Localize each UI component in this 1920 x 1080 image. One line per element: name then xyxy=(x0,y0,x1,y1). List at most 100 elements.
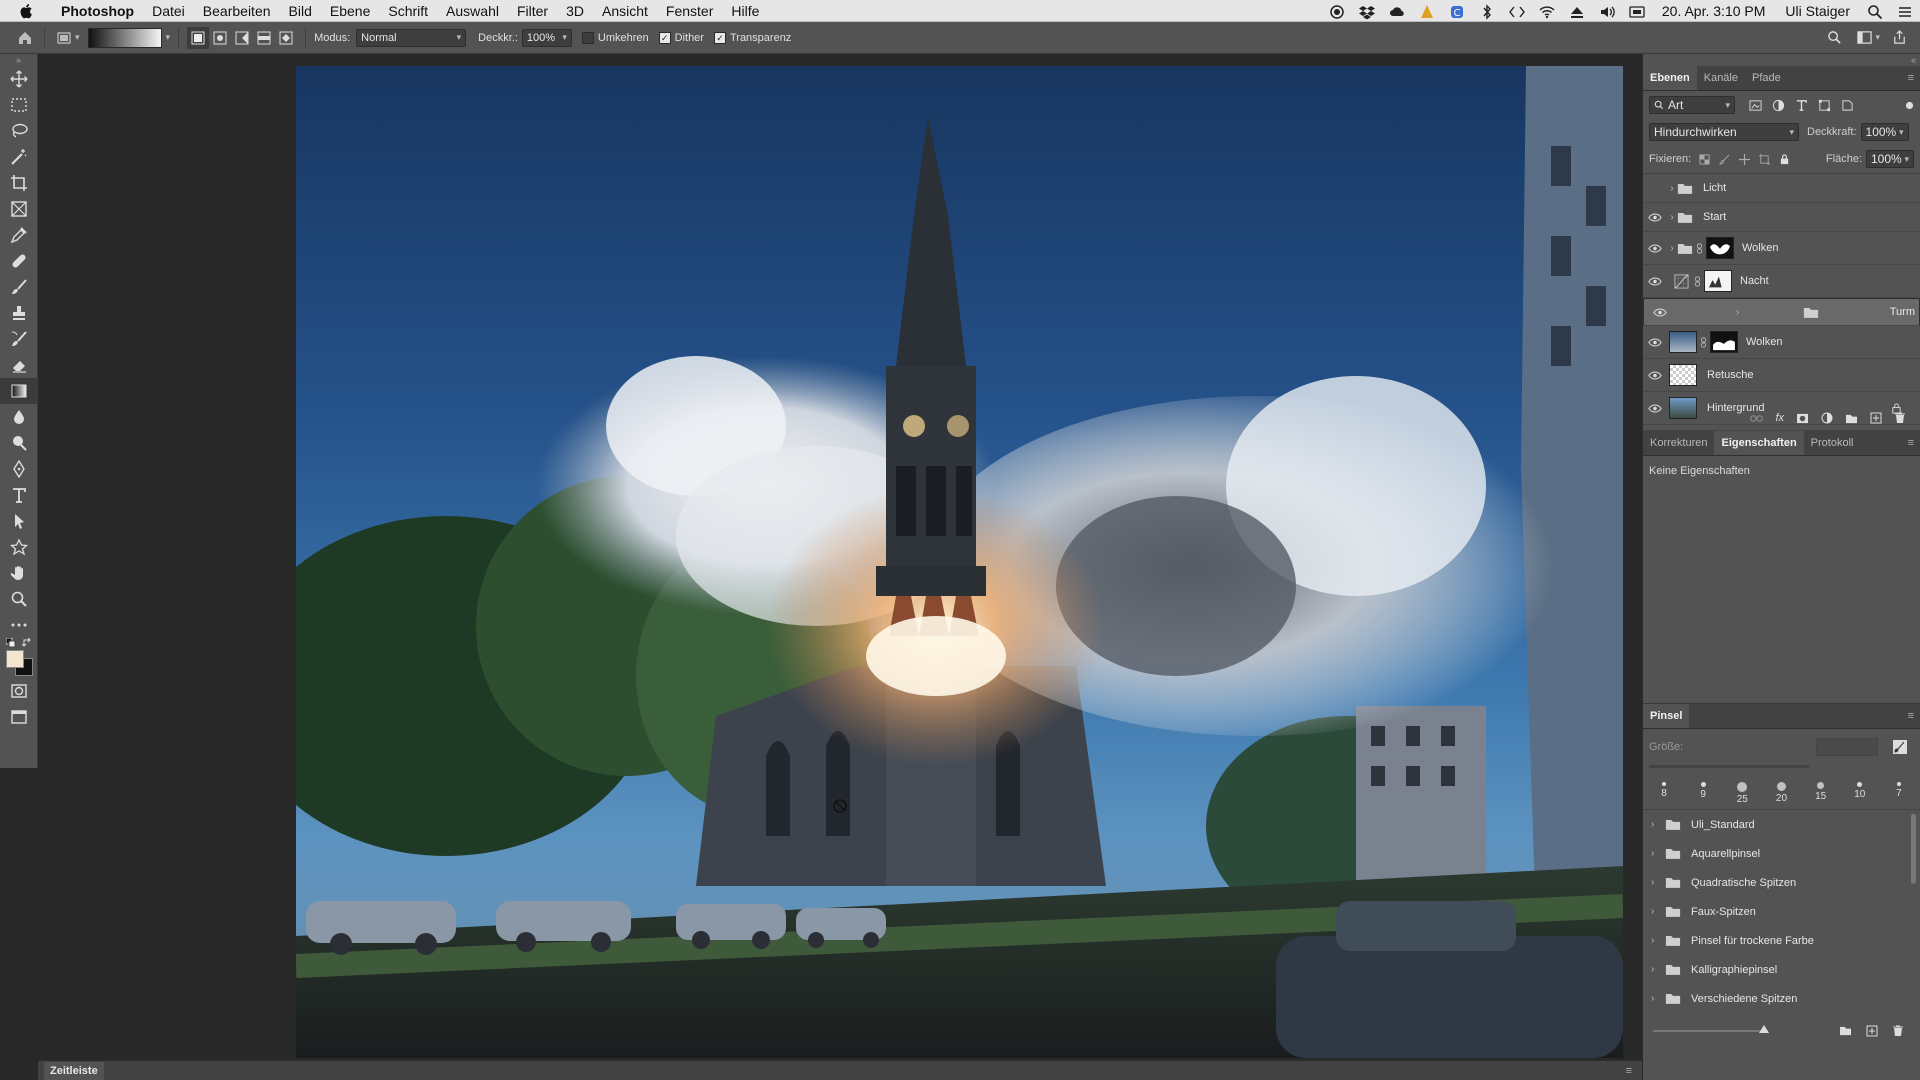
chevron-right-icon[interactable]: › xyxy=(1733,307,1743,318)
chevron-right-icon[interactable]: › xyxy=(1667,183,1677,194)
reverse-checkbox[interactable]: Umkehren xyxy=(581,31,649,44)
chevron-right-icon[interactable]: › xyxy=(1651,993,1665,1004)
menu-auswahl[interactable]: Auswahl xyxy=(437,0,508,22)
chevron-right-icon[interactable]: › xyxy=(1651,964,1665,975)
quick-mask-icon[interactable] xyxy=(0,678,38,704)
gradient-picker[interactable] xyxy=(87,27,162,48)
move-tool-icon[interactable] xyxy=(0,66,38,92)
chevron-down-icon[interactable]: ▾ xyxy=(1875,32,1880,43)
linear-gradient-icon[interactable] xyxy=(187,26,210,49)
dither-checkbox[interactable]: ✓ Dither xyxy=(658,31,704,44)
layer-filter-select[interactable]: Art ▾ xyxy=(1649,96,1735,114)
menubar-user[interactable]: Uli Staiger xyxy=(1775,3,1860,19)
mask-thumbnail[interactable] xyxy=(1710,331,1738,353)
lock-all-icon[interactable] xyxy=(1779,153,1790,165)
type-tool-icon[interactable] xyxy=(0,482,38,508)
brush-tip[interactable]: 7 xyxy=(1884,778,1914,805)
menu-ansicht[interactable]: Ansicht xyxy=(593,0,657,22)
trash-icon[interactable] xyxy=(1892,1025,1904,1037)
apple-icon[interactable] xyxy=(20,3,38,19)
link-icon[interactable] xyxy=(1701,337,1706,348)
collapse-icon[interactable]: « xyxy=(1643,54,1920,66)
link-icon[interactable] xyxy=(1695,276,1700,287)
brush-folder[interactable]: › Uli_Standard xyxy=(1643,810,1920,839)
menu-schrift[interactable]: Schrift xyxy=(379,0,437,22)
panel-menu-icon[interactable]: ≡ xyxy=(1908,710,1914,722)
layer-row[interactable]: › Start xyxy=(1643,203,1920,232)
brush-tip[interactable]: 15 xyxy=(1806,778,1836,805)
tab-protokoll[interactable]: Protokoll xyxy=(1804,431,1861,455)
reverse-checkbox-box[interactable] xyxy=(581,31,594,44)
bell-icon[interactable] xyxy=(1419,4,1435,18)
app-badge-icon[interactable]: C xyxy=(1449,4,1465,19)
menu-bearbeiten[interactable]: Bearbeiten xyxy=(194,0,280,22)
brush-folder[interactable]: › Verschiedene Spitzen xyxy=(1643,984,1920,1013)
lasso-tool-icon[interactable] xyxy=(0,118,38,144)
record-icon[interactable] xyxy=(1329,4,1345,19)
filter-smartobject-icon[interactable] xyxy=(1841,99,1854,112)
menu-filter[interactable]: Filter xyxy=(508,0,557,22)
preview-size-slider[interactable] xyxy=(1653,1025,1769,1033)
brush-folder[interactable]: › Quadratische Spitzen xyxy=(1643,868,1920,897)
dropbox-icon[interactable] xyxy=(1358,4,1375,19)
layer-row[interactable]: Nacht xyxy=(1643,265,1920,298)
menu-ebene[interactable]: Ebene xyxy=(321,0,379,22)
lock-transparent-icon[interactable] xyxy=(1699,153,1710,165)
diamond-gradient-icon[interactable] xyxy=(275,27,297,49)
transparency-checkbox-box[interactable]: ✓ xyxy=(713,31,726,44)
share-icon[interactable] xyxy=(1888,27,1910,49)
brush-folder[interactable]: › Kalligraphiepinsel xyxy=(1643,955,1920,984)
screen-mode-icon[interactable] xyxy=(0,704,38,730)
link-icon[interactable] xyxy=(1697,243,1702,254)
layer-thumbnail[interactable] xyxy=(1669,364,1697,386)
layer-row[interactable]: Wolken xyxy=(1643,326,1920,359)
wifi-icon[interactable] xyxy=(1539,4,1555,18)
radial-gradient-icon[interactable] xyxy=(209,27,231,49)
eye-icon[interactable] xyxy=(1648,307,1672,317)
spotlight-icon[interactable] xyxy=(1867,4,1883,19)
chevron-right-icon[interactable]: › xyxy=(1651,877,1665,888)
blur-tool-icon[interactable] xyxy=(0,404,38,430)
eye-icon[interactable] xyxy=(1643,370,1667,380)
layer-row[interactable]: › Wolken xyxy=(1643,232,1920,265)
brush-tip[interactable]: 10 xyxy=(1845,778,1875,805)
eye-icon[interactable] xyxy=(1643,212,1667,222)
path-selection-tool-icon[interactable] xyxy=(0,508,38,534)
volume-icon[interactable] xyxy=(1599,4,1615,18)
lock-position-icon[interactable] xyxy=(1739,153,1751,165)
layer-opacity-input[interactable]: 100% ▾ xyxy=(1860,123,1909,141)
eye-icon[interactable] xyxy=(1643,243,1667,253)
menu-fenster[interactable]: Fenster xyxy=(657,0,722,22)
menu-3d[interactable]: 3D xyxy=(557,0,593,22)
filter-shape-icon[interactable] xyxy=(1818,99,1831,112)
slider-handle[interactable] xyxy=(1759,1025,1769,1033)
new-brush-icon[interactable] xyxy=(1866,1025,1878,1037)
chevron-right-icon[interactable]: › xyxy=(1651,906,1665,917)
chevron-right-icon[interactable]: › xyxy=(1651,819,1665,830)
notification-center-icon[interactable] xyxy=(1897,4,1913,18)
layer-row[interactable]: Retusche xyxy=(1643,359,1920,392)
menu-datei[interactable]: Datei xyxy=(143,0,194,22)
layer-row[interactable]: Hintergrund xyxy=(1643,392,1920,425)
chevron-down-icon[interactable]: ▾ xyxy=(166,32,171,43)
crop-tool-icon[interactable] xyxy=(0,170,38,196)
default-colors-icon[interactable] xyxy=(6,638,16,648)
filter-adjustment-icon[interactable] xyxy=(1772,99,1785,112)
filter-toggle-icon[interactable] xyxy=(1905,101,1914,110)
brush-tip[interactable]: 25 xyxy=(1727,778,1757,805)
bluetooth-icon[interactable] xyxy=(1479,3,1495,20)
tab-kanaele[interactable]: Kanäle xyxy=(1697,66,1745,90)
brush-settings-icon[interactable] xyxy=(1892,739,1908,755)
eject-icon[interactable] xyxy=(1569,4,1585,18)
frame-tool-icon[interactable] xyxy=(0,196,38,222)
layer-row[interactable]: › Turm xyxy=(1643,298,1920,326)
panel-menu-icon[interactable]: ≡ xyxy=(1626,1065,1632,1077)
chevron-right-icon[interactable]: › xyxy=(1667,212,1677,223)
mask-thumbnail[interactable] xyxy=(1706,237,1734,259)
collapse-icon[interactable]: » xyxy=(0,54,37,66)
timeline-tab[interactable]: Zeitleiste xyxy=(44,1061,104,1080)
chevron-right-icon[interactable]: › xyxy=(1651,935,1665,946)
new-group-icon[interactable] xyxy=(1839,1025,1852,1037)
tab-pfade[interactable]: Pfade xyxy=(1745,66,1788,90)
healing-brush-tool-icon[interactable] xyxy=(0,248,38,274)
